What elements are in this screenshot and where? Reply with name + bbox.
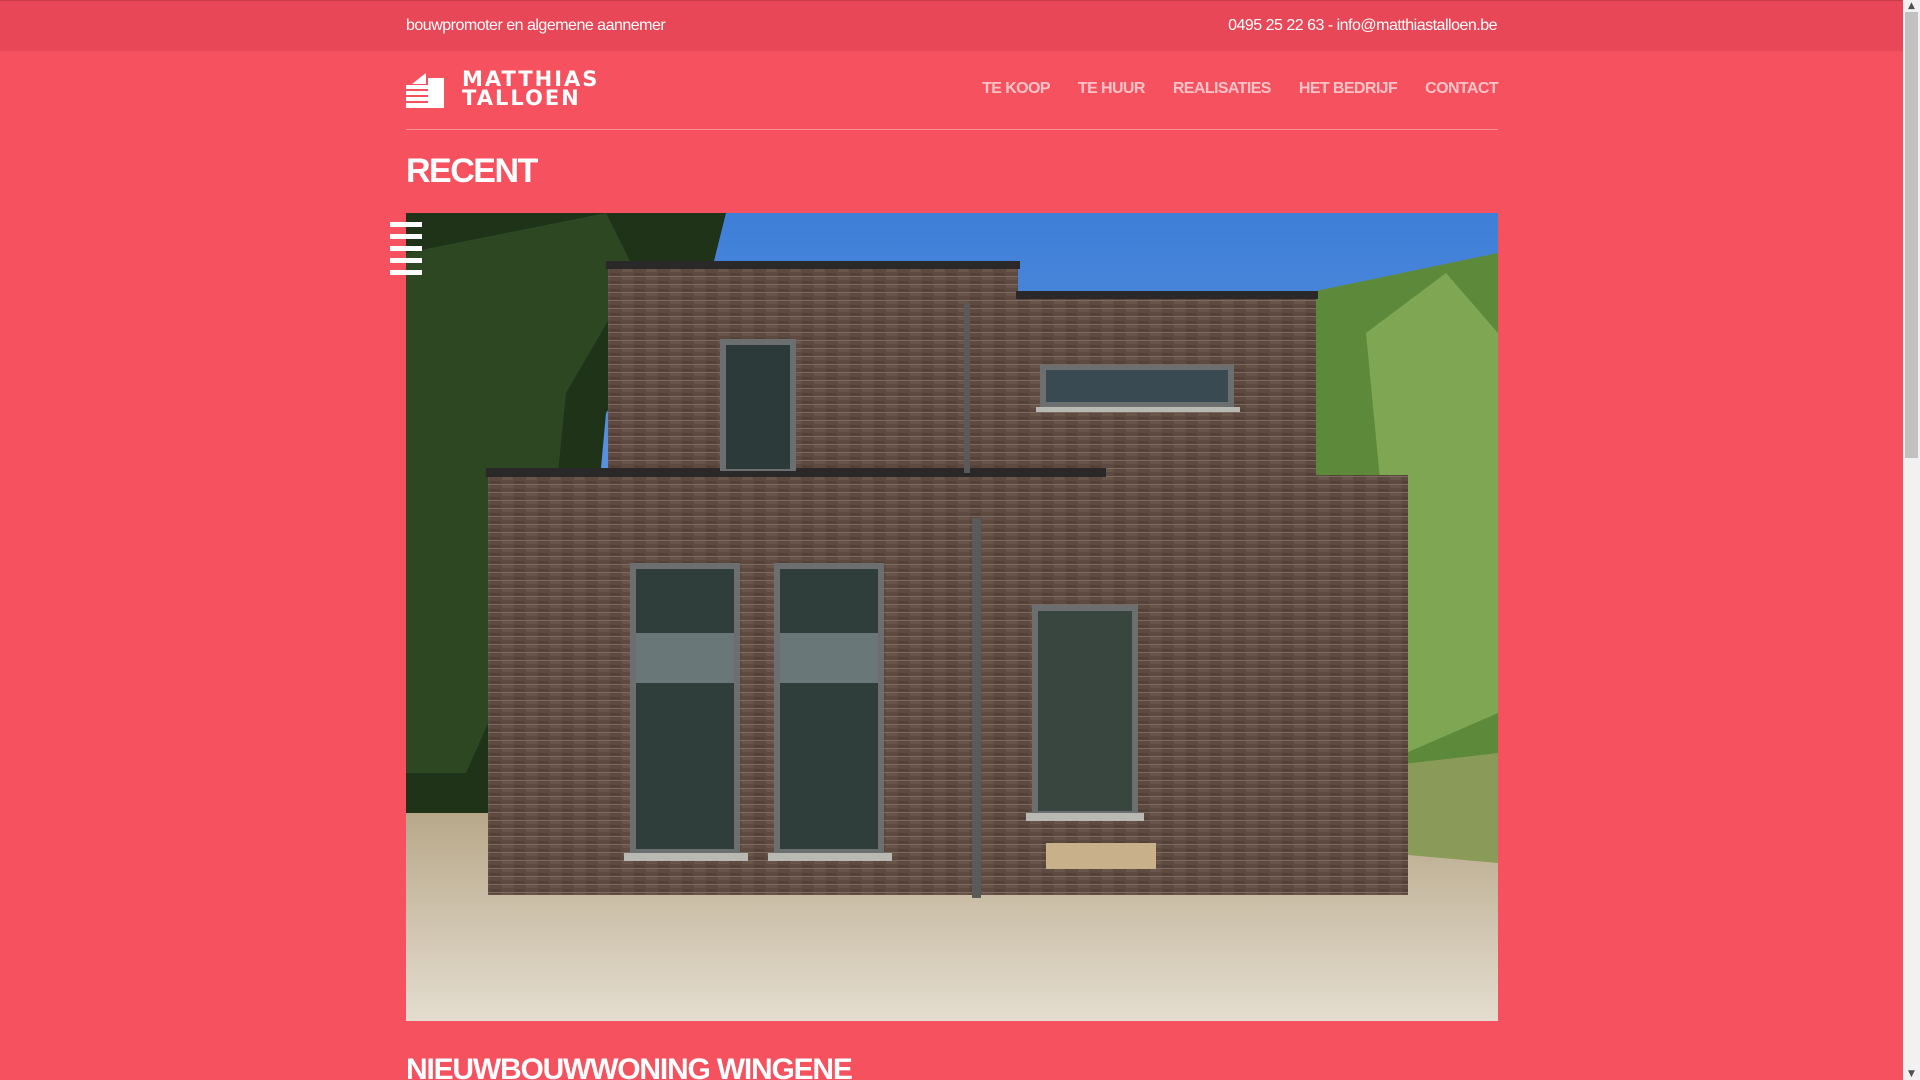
house-photo — [406, 213, 1498, 1021]
top-bar: bouwpromoter en algemene aannemer 0495 2… — [0, 0, 1903, 51]
contact-info[interactable]: 0495 25 22 63 - info@matthiastalloen.be — [1228, 17, 1497, 35]
page-scrollbar[interactable]: ▲ ▼ — [1903, 0, 1920, 1080]
site-header: MATTHIAS TALLOEN TE KOOP TE HUUR REALISA… — [406, 51, 1499, 130]
nav-realisaties[interactable]: REALISATIES — [1173, 80, 1272, 98]
section-title: RECENT — [406, 152, 538, 190]
main-nav: TE KOOP TE HUUR REALISATIES HET BEDRIJF … — [982, 80, 1498, 98]
brand-line-2: TALLOEN — [462, 86, 581, 110]
hero-image[interactable] — [406, 213, 1498, 1021]
scroll-up-icon[interactable]: ▲ — [1903, 0, 1920, 12]
nav-het-bedrijf[interactable]: HET BEDRIJF — [1299, 80, 1398, 98]
hamburger-menu-icon[interactable] — [390, 222, 422, 278]
nav-te-huur[interactable]: TE HUUR — [1078, 80, 1146, 98]
scrollbar-thumb[interactable] — [1905, 12, 1918, 458]
tagline: bouwpromoter en algemene aannemer — [406, 17, 666, 34]
building-stack-icon — [406, 73, 444, 108]
scroll-down-icon[interactable]: ▼ — [1903, 1068, 1920, 1080]
project-title[interactable]: NIEUWBOUWWONING WINGENE — [406, 1053, 853, 1080]
nav-contact[interactable]: CONTACT — [1425, 80, 1498, 98]
site-logo[interactable]: MATTHIAS TALLOEN — [406, 68, 606, 110]
nav-te-koop[interactable]: TE KOOP — [982, 80, 1050, 98]
brand-name: MATTHIAS TALLOEN — [462, 69, 599, 110]
